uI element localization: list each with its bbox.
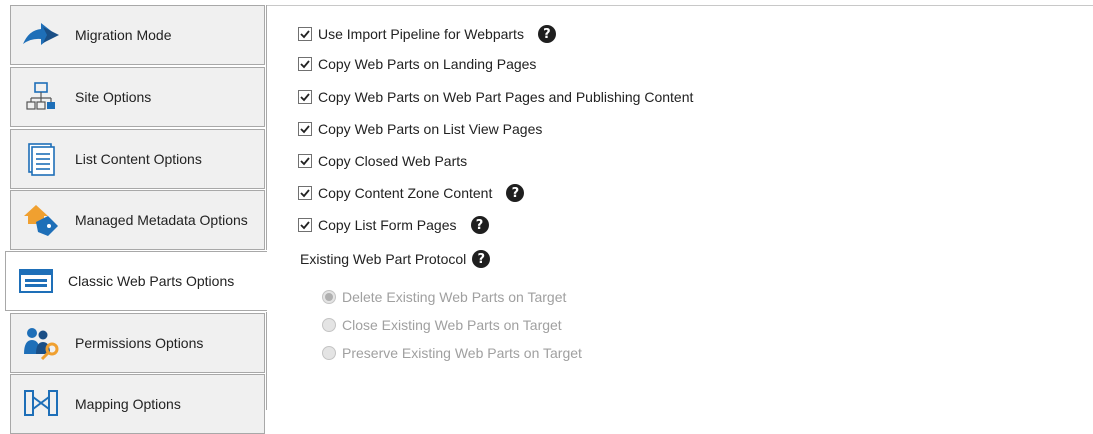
checkbox-label[interactable]: Copy Closed Web Parts (318, 153, 467, 169)
tab-label: Migration Mode (75, 27, 172, 43)
tab-label: Classic Web Parts Options (68, 273, 235, 289)
tab-classic-web-parts-options[interactable]: Classic Web Parts Options (5, 251, 267, 311)
checkbox[interactable] (298, 122, 312, 136)
checkbox-label[interactable]: Copy Web Parts on Landing Pages (318, 56, 536, 72)
help-icon[interactable]: ? (470, 216, 489, 234)
content-top-divider (266, 5, 1093, 6)
help-icon[interactable]: ? (472, 250, 491, 268)
tab-list-content-options[interactable]: List Content Options (10, 129, 265, 189)
checkbox-label[interactable]: Copy Content Zone Content (318, 185, 492, 201)
help-icon[interactable]: ? (506, 184, 525, 202)
mapping-icon (21, 386, 61, 422)
existing-web-part-protocol-heading: Existing Web Part Protocol ? (300, 250, 491, 268)
sitemap-icon (21, 79, 61, 115)
options-tab-strip: Migration Mode Site Options List Content… (0, 0, 267, 434)
close-existing-radio-option: Close Existing Web Parts on Target (322, 317, 562, 333)
preserve-existing-radio-option: Preserve Existing Web Parts on Target (322, 345, 582, 361)
web-parts-icon (16, 263, 56, 299)
checkbox[interactable] (298, 218, 312, 232)
copy-closed-web-parts-option: Copy Closed Web Parts (298, 153, 467, 169)
tab-site-options[interactable]: Site Options (10, 67, 265, 127)
radio-label[interactable]: Close Existing Web Parts on Target (342, 317, 562, 333)
delete-existing-radio-option: Delete Existing Web Parts on Target (322, 289, 566, 305)
tab-managed-metadata-options[interactable]: Managed Metadata Options (10, 190, 265, 250)
radio-button[interactable] (322, 290, 336, 304)
arrow-icon (21, 17, 61, 53)
users-key-icon (21, 325, 61, 361)
checkbox[interactable] (298, 90, 312, 104)
tab-label: List Content Options (75, 151, 202, 167)
tab-permissions-options[interactable]: Permissions Options (10, 313, 265, 373)
checkbox[interactable] (298, 186, 312, 200)
use-import-pipeline-option: Use Import Pipeline for Webparts ? (298, 25, 556, 43)
radio-button[interactable] (322, 346, 336, 360)
copy-landing-pages-option: Copy Web Parts on Landing Pages (298, 56, 536, 72)
checkbox[interactable] (298, 57, 312, 71)
tag-icon (21, 202, 61, 238)
list-document-icon (21, 141, 61, 177)
copy-web-part-pages-option: Copy Web Parts on Web Part Pages and Pub… (298, 89, 693, 105)
copy-list-form-pages-option: Copy List Form Pages ? (298, 216, 489, 234)
content-left-border (266, 312, 267, 410)
tab-label: Managed Metadata Options (75, 212, 248, 228)
content-left-border (266, 5, 267, 250)
checkbox-label[interactable]: Copy List Form Pages (318, 217, 457, 233)
radio-label[interactable]: Delete Existing Web Parts on Target (342, 289, 566, 305)
tab-mapping-options[interactable]: Mapping Options (10, 374, 265, 434)
tab-label: Permissions Options (75, 335, 204, 351)
checkbox-label[interactable]: Copy Web Parts on Web Part Pages and Pub… (318, 89, 693, 105)
radio-button[interactable] (322, 318, 336, 332)
tab-migration-mode[interactable]: Migration Mode (10, 5, 265, 65)
copy-list-view-pages-option: Copy Web Parts on List View Pages (298, 121, 542, 137)
checkbox-label[interactable]: Use Import Pipeline for Webparts (318, 26, 524, 42)
radio-label[interactable]: Preserve Existing Web Parts on Target (342, 345, 582, 361)
checkbox[interactable] (298, 154, 312, 168)
copy-content-zone-option: Copy Content Zone Content ? (298, 184, 525, 202)
checkbox-label[interactable]: Copy Web Parts on List View Pages (318, 121, 542, 137)
section-label: Existing Web Part Protocol (300, 251, 467, 267)
help-icon[interactable]: ? (537, 25, 556, 43)
tab-label: Site Options (75, 89, 152, 105)
checkbox[interactable] (298, 27, 312, 41)
